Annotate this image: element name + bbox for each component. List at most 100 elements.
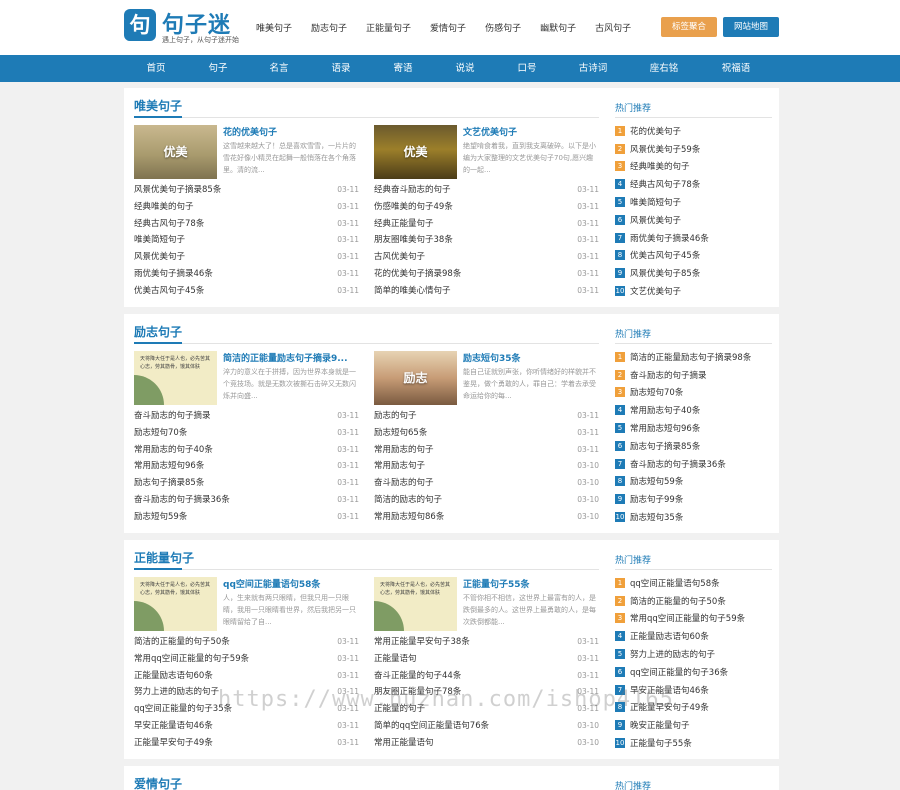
featured-title[interactable]: 文艺优美句子 (463, 125, 599, 138)
hot-item[interactable]: 4 常用励志句子40条 (615, 401, 772, 419)
list-item-title[interactable]: 朋友圈唯美句子38条 (374, 232, 453, 249)
list-item[interactable]: 常用qq空间正能量的句子59条 03-11 (134, 651, 359, 668)
nav-item-quotes[interactable]: 名言 (269, 55, 288, 82)
hot-item[interactable]: 7 奋斗励志的句子摘录36条 (615, 455, 772, 473)
hot-item-title[interactable]: 优美古风句子45条 (630, 249, 700, 261)
list-item-title[interactable]: 花的优美句子摘录98条 (374, 266, 461, 283)
list-item-title[interactable]: 常用励志短句86条 (374, 509, 444, 526)
nav-item-mottos[interactable]: 座右铭 (650, 55, 679, 82)
list-item-title[interactable]: 经典古风句子78条 (134, 216, 204, 233)
top-nav-link[interactable]: 正能量句子 (366, 21, 411, 35)
list-item-title[interactable]: 雨优美句子摘录46条 (134, 266, 213, 283)
top-nav-link[interactable]: 爱情句子 (430, 21, 466, 35)
hot-item[interactable]: 7 早安正能量语句46条 (615, 681, 772, 699)
hot-item[interactable]: 5 常用励志短句96条 (615, 419, 772, 437)
list-item-title[interactable]: 风景优美句子摘录85条 (134, 182, 221, 199)
list-item[interactable]: 雨优美句子摘录46条 03-11 (134, 266, 359, 283)
list-item-title[interactable]: 常用励志短句96条 (134, 458, 204, 475)
featured-title[interactable]: 正能量句子55条 (463, 577, 599, 590)
section-title[interactable]: 唯美句子 (134, 97, 182, 114)
list-item[interactable]: 常用励志的句子 03-11 (374, 442, 599, 459)
hot-item[interactable]: 9 风景优美句子85条 (615, 264, 772, 282)
hot-item-title[interactable]: 花的优美句子 (630, 125, 681, 137)
hot-item[interactable]: 8 励志短句59条 (615, 473, 772, 491)
list-item-title[interactable]: 常用qq空间正能量的句子59条 (134, 651, 249, 668)
list-item-title[interactable]: 经典正能量句子 (374, 216, 434, 233)
hot-item-title[interactable]: qq空间正能量语句58条 (630, 577, 720, 589)
list-item-title[interactable]: 常用正能量早安句子38条 (374, 634, 470, 651)
nav-item-poems[interactable]: 古诗词 (579, 55, 608, 82)
featured-thumbnail[interactable]: 天将降大任于是人也，必先苦其心志，劳其筋骨，饿其体肤 (134, 577, 217, 631)
hot-item-title[interactable]: 励志句子99条 (630, 493, 683, 505)
list-item[interactable]: 正能量励志语句60条 03-11 (134, 668, 359, 685)
nav-item-moods[interactable]: 说说 (455, 55, 474, 82)
list-item[interactable]: 励志短句59条 03-11 (134, 509, 359, 526)
list-item[interactable]: 正能量早安句子49条 03-11 (134, 735, 359, 752)
list-item-title[interactable]: 努力上进的励志的句子 (134, 684, 219, 701)
hot-item[interactable]: 4 经典古风句子78条 (615, 175, 772, 193)
list-item[interactable]: 唯美简短句子 03-11 (134, 232, 359, 249)
hot-item-title[interactable]: 风景优美句子59条 (630, 143, 700, 155)
top-nav-link[interactable]: 古风句子 (595, 21, 631, 35)
hot-item[interactable]: 2 风景优美句子59条 (615, 140, 772, 158)
list-item[interactable]: 励志句子摘录85条 03-11 (134, 475, 359, 492)
list-item[interactable]: 努力上进的励志的句子 03-11 (134, 684, 359, 701)
list-item[interactable]: 奋斗励志的句子摘录 03-11 (134, 408, 359, 425)
list-item-title[interactable]: 常用励志句子 (374, 458, 425, 475)
hot-item-title[interactable]: 常用qq空间正能量的句子59条 (630, 612, 745, 624)
hot-item[interactable]: 1 qq空间正能量语句58条 (615, 574, 772, 592)
list-item-title[interactable]: 正能量励志语句60条 (134, 668, 213, 685)
list-item[interactable]: 励志短句70条 03-11 (134, 425, 359, 442)
list-item[interactable]: 励志的句子 03-11 (374, 408, 599, 425)
hot-item-title[interactable]: 励志短句35条 (630, 511, 683, 523)
featured-title[interactable]: 花的优美句子 (223, 125, 359, 138)
section-title[interactable]: 励志句子 (134, 323, 182, 340)
hot-item-title[interactable]: 正能量励志语句60条 (630, 630, 709, 642)
hot-item-title[interactable]: 文艺优美句子 (630, 285, 681, 297)
featured-article[interactable]: 优美 文艺优美句子 绝望啃食着我，直到我支离破碎。以下是小编为大家整理的文艺优美… (374, 125, 599, 179)
featured-article[interactable]: 励志 励志短句35条 能自己证就别声张，你听情绪好的样貌并不鉴晃，做个勇敢的人，… (374, 351, 599, 405)
list-item-title[interactable]: 经典唯美的句子 (134, 199, 194, 216)
list-item[interactable]: 朋友圈正能量句子78条 03-11 (374, 684, 599, 701)
list-item[interactable]: 简洁的励志的句子 03-10 (374, 492, 599, 509)
hot-item-title[interactable]: 励志短句59条 (630, 475, 683, 487)
list-item[interactable]: 常用励志短句86条 03-10 (374, 509, 599, 526)
hot-item-title[interactable]: 常用励志句子40条 (630, 404, 700, 416)
list-item[interactable]: 简洁的正能量的句子50条 03-11 (134, 634, 359, 651)
hot-item[interactable]: 1 简洁的正能量励志句子摘录98条 (615, 348, 772, 366)
hot-item[interactable]: 8 优美古风句子45条 (615, 247, 772, 265)
hot-item[interactable]: 6 励志句子摘录85条 (615, 437, 772, 455)
hot-item[interactable]: 6 风景优美句子 (615, 211, 772, 229)
hot-item[interactable]: 6 qq空间正能量的句子36条 (615, 663, 772, 681)
list-item-title[interactable]: 励志短句59条 (134, 509, 187, 526)
list-item[interactable]: 经典唯美的句子 03-11 (134, 199, 359, 216)
list-item-title[interactable]: 常用励志的句子40条 (134, 442, 213, 459)
featured-thumbnail[interactable]: 天将降大任于是人也，必先苦其心志，劳其筋骨，饿其体肤 (134, 351, 217, 405)
list-item-title[interactable]: 早安正能量语句46条 (134, 718, 213, 735)
list-item-title[interactable]: 朋友圈正能量句子78条 (374, 684, 461, 701)
hot-item-title[interactable]: 经典唯美的句子 (630, 160, 690, 172)
hot-item-title[interactable]: qq空间正能量的句子36条 (630, 666, 728, 678)
list-item[interactable]: 常用正能量语句 03-10 (374, 735, 599, 752)
tags-button[interactable]: 标签聚合 (661, 17, 717, 37)
list-item[interactable]: 古风优美句子 03-11 (374, 249, 599, 266)
hot-item-title[interactable]: 唯美简短句子 (630, 196, 681, 208)
nav-item-home[interactable]: 首页 (146, 55, 165, 82)
hot-item[interactable]: 5 努力上进的励志的句子 (615, 645, 772, 663)
hot-item[interactable]: 10 励志短句35条 (615, 508, 772, 526)
sitemap-button[interactable]: 网站地图 (723, 17, 779, 37)
hot-item-title[interactable]: 奋斗励志的句子摘录36条 (630, 458, 726, 470)
hot-item-title[interactable]: 风景优美句子 (630, 214, 681, 226)
list-item-title[interactable]: 简单的唯美心情句子 (374, 283, 451, 300)
hot-item-title[interactable]: 正能量早安句子49条 (630, 701, 709, 713)
hot-item[interactable]: 3 励志短句70条 (615, 384, 772, 402)
list-item-title[interactable]: 奋斗正能量的句子44条 (374, 668, 461, 685)
list-item-title[interactable]: 奋斗励志的句子 (374, 475, 434, 492)
list-item[interactable]: 优美古风句子45条 03-11 (134, 283, 359, 300)
section-title[interactable]: 爱情句子 (134, 775, 182, 790)
hot-item[interactable]: 1 花的优美句子 (615, 122, 772, 140)
list-item[interactable]: 正能量语句 03-11 (374, 651, 599, 668)
hot-item-title[interactable]: 早安正能量语句46条 (630, 684, 709, 696)
list-item[interactable]: 风景优美句子 03-11 (134, 249, 359, 266)
hot-item-title[interactable]: 励志短句70条 (630, 386, 683, 398)
